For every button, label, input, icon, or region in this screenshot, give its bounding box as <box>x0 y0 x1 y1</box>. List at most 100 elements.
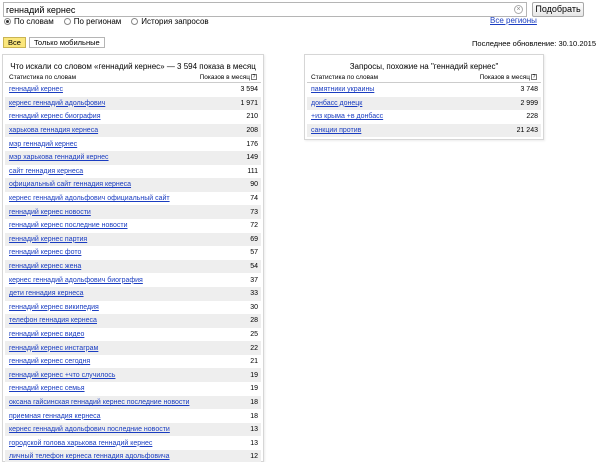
query-link[interactable]: мэр геннадий кернес <box>9 141 77 148</box>
table-row: геннадий кернес новости 73 <box>5 205 261 219</box>
query-link[interactable]: кернес геннадий адольфович биография <box>9 277 143 284</box>
count-value: 37 <box>250 276 258 284</box>
query-link[interactable]: геннадий кернес +что случилось <box>9 372 115 379</box>
radio-selected-icon[interactable] <box>4 17 11 25</box>
mode-by-regions[interactable]: По регионам <box>63 16 121 26</box>
count-value: 90 <box>250 181 258 189</box>
query-link[interactable]: геннадий кернес сегодня <box>9 358 90 365</box>
table-row: геннадий кернес википедия 30 <box>5 301 261 315</box>
words-panel: Что искали со словом «геннадий кернес» —… <box>2 54 264 462</box>
count-value: 57 <box>250 249 258 257</box>
table-row: оксана гайсинская геннадий кернес послед… <box>5 395 261 410</box>
table-row: кернес геннадий адольфович 1 971 <box>5 96 261 111</box>
search-button[interactable]: Подобрать <box>532 2 584 17</box>
query-link[interactable]: кернес геннадий адольфович <box>9 100 105 107</box>
table-row: кернес геннадий адольфович биография 37 <box>5 273 261 287</box>
mode-label: По словам <box>14 16 54 26</box>
table-row: санкции против 21 243 <box>307 123 541 138</box>
table-row: геннадий кернес партия 69 <box>5 232 261 247</box>
panel-title: Запросы, похожие на "геннадий кернес" <box>349 62 499 71</box>
help-icon[interactable]: ? <box>531 74 537 81</box>
query-link[interactable]: мэр харькова геннадий кернес <box>9 154 109 161</box>
table-row: официальный сайт геннадия кернеса 90 <box>5 178 261 192</box>
table-row: дети геннадия кернеса 33 <box>5 286 261 301</box>
radio-icon[interactable] <box>63 17 71 25</box>
search-box[interactable]: × <box>3 2 527 17</box>
count-value: 21 243 <box>516 127 538 135</box>
query-link[interactable]: геннадий кернес биография <box>9 113 101 120</box>
table-row: геннадий кернес семья 19 <box>5 382 261 396</box>
count-value: 2 999 <box>520 99 538 107</box>
all-regions-link[interactable]: Все регионы <box>490 16 537 25</box>
table-header: Статистика по словам Показов в месяц? <box>307 73 541 83</box>
table-row: телефон геннадия кернеса 28 <box>5 314 261 328</box>
table-row: мэр геннадий кернес 176 <box>5 137 261 151</box>
query-link[interactable]: геннадий кернес википедия <box>9 304 99 311</box>
query-link[interactable]: кернес геннадий адольфович последние нов… <box>9 426 170 433</box>
search-mode-radios: По словам По регионам История запросов <box>4 16 209 26</box>
table-row: геннадий кернес 3 594 <box>5 83 261 97</box>
table-row: донбасс донецк 2 999 <box>307 96 541 111</box>
query-link[interactable]: телефон геннадия кернеса <box>9 317 97 324</box>
words-table: геннадий кернес 3 594 кернес геннадий адол… <box>3 83 263 462</box>
similar-table: памятники украины 3 748 донбасс донецк 2 99… <box>305 83 543 138</box>
tab-all[interactable]: Все <box>3 37 26 48</box>
query-link[interactable]: приемная геннадия кернеса <box>9 413 101 420</box>
panel-title: Что искали со словом «геннадий кернес» —… <box>10 62 256 71</box>
table-row: личный телефон кернеса геннадия адольфов… <box>5 450 261 462</box>
count-value: 19 <box>250 371 258 379</box>
query-link[interactable]: личный телефон кернеса геннадия адольфов… <box>9 453 170 460</box>
query-link[interactable]: геннадий кернес новости <box>9 209 91 216</box>
table-row: городской голова харькова геннадий керне… <box>5 436 261 450</box>
query-link[interactable]: геннадий кернес видео <box>9 331 84 338</box>
query-link[interactable]: геннадий кернес фото <box>9 249 81 256</box>
help-icon[interactable]: ? <box>251 74 257 81</box>
count-value: 74 <box>250 195 258 203</box>
mode-history[interactable]: История запросов <box>131 16 209 26</box>
query-link[interactable]: сайт геннадия кернеса <box>9 168 83 175</box>
query-link[interactable]: геннадий кернес партия <box>9 236 87 243</box>
query-link[interactable]: геннадий кернес <box>9 86 63 93</box>
radio-icon[interactable] <box>131 17 139 25</box>
query-link[interactable]: харькова геннадия кернеса <box>9 127 98 134</box>
count-value: 210 <box>246 113 258 121</box>
query-link[interactable]: оксана гайсинская геннадий кернес послед… <box>9 399 189 406</box>
table-row: геннадий кернес жена 54 <box>5 259 261 274</box>
device-tabs: Все Только мобильные <box>3 37 105 48</box>
query-link[interactable]: геннадий кернес жена <box>9 263 81 270</box>
query-link[interactable]: +из крыма +в донбасс <box>311 113 383 120</box>
query-link[interactable]: геннадий кернес последние новости <box>9 222 128 229</box>
col-count-wrap: Показов в месяц? <box>200 73 257 82</box>
count-value: 176 <box>246 140 258 148</box>
query-link[interactable]: санкции против <box>311 127 361 134</box>
similar-panel: Запросы, похожие на "геннадий кернес" Ст… <box>304 54 544 140</box>
query-link[interactable]: донбасс донецк <box>311 100 362 107</box>
query-link[interactable]: геннадий кернес семья <box>9 385 85 392</box>
table-row: геннадий кернес инстаграм 22 <box>5 341 261 355</box>
count-value: 54 <box>250 263 258 271</box>
tab-mobile-only[interactable]: Только мобильные <box>28 37 105 48</box>
count-value: 111 <box>247 167 258 175</box>
query-link[interactable]: дети геннадия кернеса <box>9 290 84 297</box>
count-value: 13 <box>250 439 258 447</box>
count-value: 28 <box>250 317 258 325</box>
count-value: 3 594 <box>240 86 258 94</box>
search-input[interactable] <box>4 3 504 16</box>
mode-by-words[interactable]: По словам <box>4 16 54 26</box>
table-row: +из крыма +в донбасс 228 <box>307 110 541 124</box>
count-value: 149 <box>246 154 258 162</box>
table-header: Статистика по словам Показов в месяц? <box>5 73 261 83</box>
col-query: Статистика по словам <box>9 74 77 81</box>
count-value: 13 <box>250 426 258 434</box>
query-link[interactable]: геннадий кернес инстаграм <box>9 345 98 352</box>
query-link[interactable]: памятники украины <box>311 86 374 93</box>
count-value: 18 <box>250 398 258 406</box>
clear-icon[interactable]: × <box>514 5 523 14</box>
col-query: Статистика по словам <box>311 74 379 81</box>
col-count: Показов в месяц <box>479 74 530 81</box>
count-value: 22 <box>250 344 258 352</box>
query-link[interactable]: городской голова харькова геннадий керне… <box>9 440 152 447</box>
query-link[interactable]: кернес геннадий адольфович официальный с… <box>9 195 170 202</box>
query-link[interactable]: официальный сайт геннадия кернеса <box>9 181 131 188</box>
count-value: 72 <box>250 222 258 230</box>
